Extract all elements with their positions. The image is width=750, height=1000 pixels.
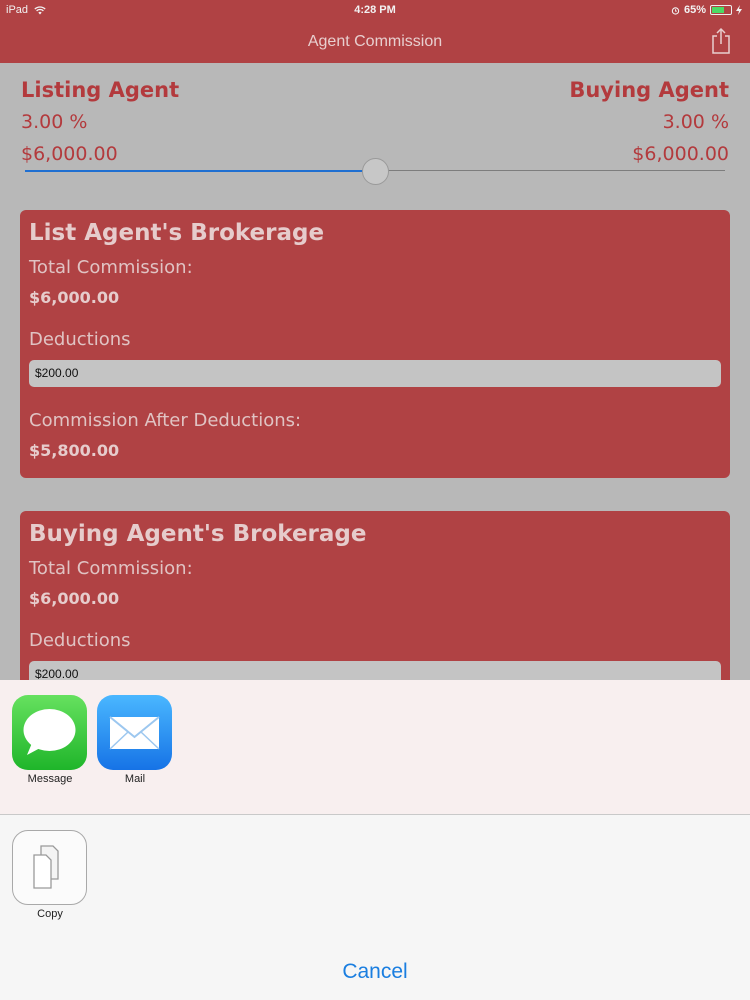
- share-button[interactable]: [710, 27, 732, 55]
- battery-icon: [710, 5, 732, 15]
- commission-split-slider[interactable]: [25, 158, 725, 185]
- list-brokerage-title: List Agent's Brokerage: [29, 220, 325, 246]
- agent-heading-row: Listing Agent Buying Agent: [21, 78, 729, 104]
- copy-icon: [12, 830, 87, 905]
- buying-deductions-label: Deductions: [29, 630, 131, 651]
- listing-agent-percent: 3.00 %: [21, 111, 88, 133]
- list-total-label: Total Commission:: [29, 257, 193, 278]
- mail-share-button[interactable]: Mail: [97, 695, 173, 785]
- mail-label: Mail: [124, 773, 146, 785]
- agent-percent-row: 3.00 % 3.00 %: [21, 111, 729, 135]
- charging-icon: [736, 5, 742, 15]
- share-sheet: Message Mail Copy Cancel: [0, 680, 750, 1000]
- buying-brokerage-title: Buying Agent's Brokerage: [29, 521, 367, 547]
- list-after-value: $5,800.00: [29, 441, 120, 460]
- nav-bar: Agent Commission: [0, 22, 750, 63]
- page-title: Agent Commission: [307, 33, 443, 50]
- alarm-icon: [671, 6, 680, 15]
- list-brokerage-card: List Agent's Brokerage Total Commission:…: [20, 210, 730, 478]
- share-actions-row: Copy: [0, 815, 750, 940]
- list-after-label: Commission After Deductions:: [29, 410, 302, 431]
- buying-agent-heading: Buying Agent: [569, 78, 729, 102]
- listing-agent-heading: Listing Agent: [21, 78, 180, 102]
- buying-agent-percent: 3.00 %: [662, 111, 729, 133]
- list-deductions-input[interactable]: $200.00: [29, 360, 721, 387]
- status-bar: iPad 4:28 PM 65%: [0, 0, 750, 22]
- share-icon: [712, 27, 730, 54]
- message-icon: [12, 695, 87, 770]
- copy-label: Copy: [37, 908, 63, 920]
- status-time: 4:28 PM: [354, 4, 396, 16]
- list-deductions-label: Deductions: [29, 329, 131, 350]
- slider-thumb[interactable]: [362, 158, 389, 185]
- cancel-row: Cancel: [0, 940, 750, 1000]
- slider-track-filled: [25, 170, 375, 172]
- copy-action-button[interactable]: Copy: [12, 830, 88, 920]
- message-share-button[interactable]: Message: [12, 695, 88, 785]
- mail-icon: [97, 695, 172, 770]
- share-apps-row: Message Mail: [0, 680, 750, 814]
- buying-total-value: $6,000.00: [29, 589, 120, 608]
- cancel-button[interactable]: Cancel: [0, 960, 750, 984]
- buying-total-label: Total Commission:: [29, 558, 193, 579]
- slider-track-empty: [375, 170, 725, 171]
- battery-percent: 65%: [683, 4, 706, 16]
- message-label: Message: [27, 773, 73, 785]
- list-total-value: $6,000.00: [29, 288, 120, 307]
